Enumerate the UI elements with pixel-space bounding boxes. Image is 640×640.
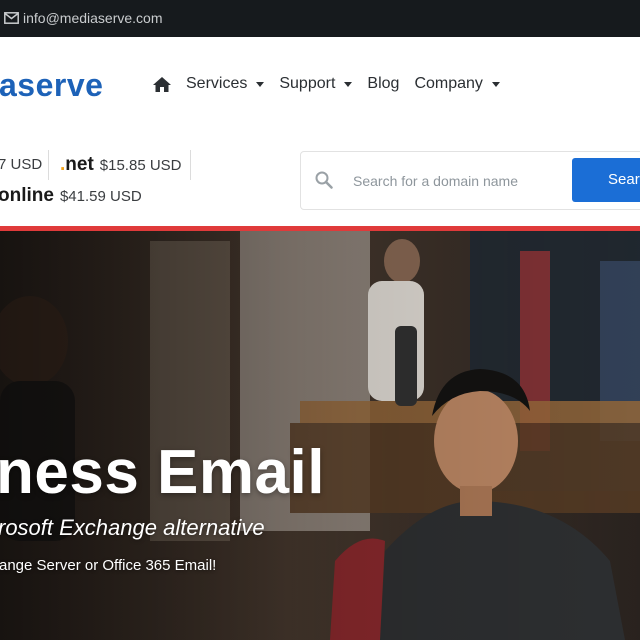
nav-blog-label: Blog [367, 75, 400, 92]
tld-online[interactable]: online $41.59 USD [0, 185, 142, 207]
site-header: aserve Services Support Blog Company [0, 37, 640, 132]
chevron-down-icon [491, 81, 500, 87]
top-bar: info@mediaserve.com [0, 0, 640, 37]
tld-net-ext: net [65, 154, 94, 175]
main-nav: Services Support Blog Company [152, 75, 515, 93]
divider [48, 150, 49, 180]
nav-services-label: Services [186, 75, 248, 92]
divider [190, 150, 191, 180]
hero-subtitle: rosoft Exchange alternative [0, 515, 265, 540]
nav-company[interactable]: Company [414, 75, 500, 93]
nav-blog[interactable]: Blog [367, 75, 399, 93]
home-icon[interactable] [152, 76, 172, 93]
search-button[interactable]: Search [572, 158, 640, 202]
domain-search-input[interactable] [351, 169, 565, 193]
hero-background-image [0, 231, 640, 640]
envelope-icon [4, 12, 19, 24]
nav-company-label: Company [414, 75, 483, 92]
site-logo[interactable]: aserve [0, 67, 103, 104]
hero-title: ness Email [0, 438, 325, 507]
domain-search-box: Search [300, 151, 640, 210]
email-link[interactable]: info@mediaserve.com [4, 10, 163, 26]
tld-price-partial: 7 USD [0, 156, 43, 173]
tld-online-ext: online [0, 185, 54, 206]
hero-tagline: ange Server or Office 365 Email! [0, 557, 217, 574]
hero-banner: ness Email rosoft Exchange alternative a… [0, 231, 640, 640]
tld-net-price: $15.85 USD [99, 157, 182, 174]
nav-support[interactable]: Support [279, 75, 353, 93]
tld-online-price: $41.59 USD [59, 188, 142, 205]
domain-pricing-strip: 7 USD . net $15.85 USD online $41.59 USD… [0, 132, 640, 226]
nav-services[interactable]: Services [186, 75, 265, 93]
tld-net[interactable]: . net $15.85 USD [60, 154, 182, 176]
chevron-down-icon [344, 81, 353, 87]
nav-support-label: Support [279, 75, 336, 92]
search-icon [315, 171, 333, 189]
email-text: info@mediaserve.com [23, 10, 163, 26]
chevron-down-icon [256, 81, 265, 87]
